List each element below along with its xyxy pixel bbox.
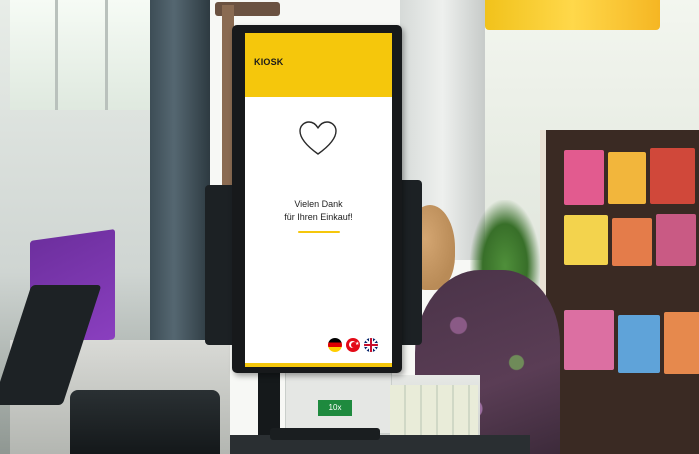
magazine — [656, 214, 696, 266]
star-shape: ★ — [355, 341, 360, 347]
kiosk-monitor: KIOSK Vielen Dank für Ihren Einkauf! ★ — [232, 25, 402, 373]
thank-you-message: Vielen Dank für Ihren Einkauf! — [245, 198, 392, 224]
keyboard — [270, 428, 380, 440]
magazine — [564, 310, 614, 370]
magazine — [612, 218, 652, 266]
kiosk-title: KIOSK — [254, 57, 284, 67]
language-selector: ★ — [328, 338, 378, 353]
thank-you-line-2: für Ihren Einkauf! — [284, 212, 353, 222]
window-mullion — [105, 0, 108, 110]
package-label: 10x — [318, 400, 352, 416]
background-window — [10, 0, 153, 110]
magazine — [608, 152, 646, 204]
magazine-shelf — [540, 130, 699, 454]
magazine — [664, 312, 699, 374]
yellow-store-sign — [485, 0, 660, 30]
heart-outline-icon — [299, 121, 337, 155]
uk-flag-icon[interactable] — [364, 338, 378, 352]
kiosk-header: KIOSK — [245, 33, 392, 97]
magazine — [564, 150, 604, 205]
germany-flag-icon[interactable] — [328, 338, 342, 352]
turkey-flag-icon[interactable]: ★ — [346, 338, 360, 352]
magazine — [650, 148, 695, 204]
store-scene: 10x KIOSK Vielen Dank für Ihren Einkauf!… — [0, 0, 699, 454]
magazine — [564, 215, 608, 265]
thank-you-line-1: Vielen Dank — [294, 199, 343, 209]
flag-cross-red — [370, 338, 372, 352]
magazine — [618, 315, 660, 373]
kiosk-screen[interactable]: KIOSK Vielen Dank für Ihren Einkauf! ★ — [245, 33, 392, 367]
barcode-scanner — [70, 390, 220, 454]
product-packages — [390, 385, 478, 435]
window-mullion — [55, 0, 58, 110]
accent-underline — [298, 231, 340, 233]
kiosk-footer-bar — [245, 363, 392, 367]
